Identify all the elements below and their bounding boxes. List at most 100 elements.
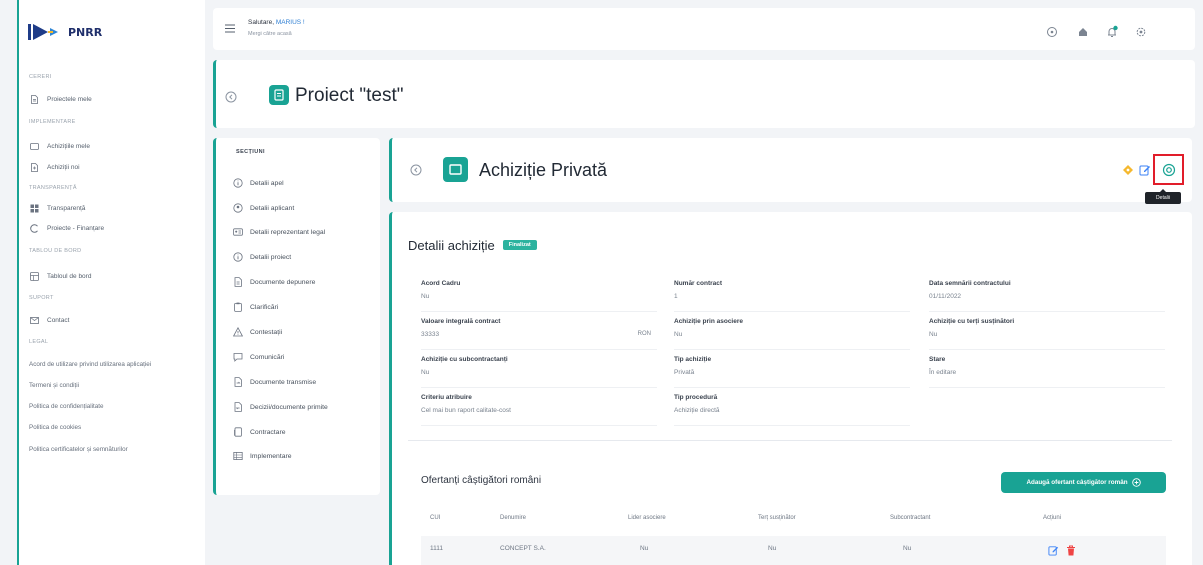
info-circle-icon	[233, 252, 243, 262]
section-detalii-apel[interactable]: Detalii apel	[233, 177, 284, 189]
sidebar: PNRR CERERI Proiectele mele IMPLEMENTARE…	[17, 0, 205, 565]
notification-bell-icon[interactable]	[1105, 25, 1119, 39]
section-label: Detalii proiect	[250, 253, 292, 261]
section-contestatii[interactable]: Contestații	[233, 326, 282, 338]
column-header-tert-sustinator: Terț susținător	[758, 515, 796, 521]
section-documente-depunere[interactable]: Documente depunere	[233, 276, 315, 288]
section-contractare[interactable]: Contractare	[233, 426, 286, 438]
edit-icon[interactable]	[1048, 545, 1059, 556]
sidebar-link-termeni[interactable]: Termeni și condiții	[29, 381, 79, 391]
sidebar-link-certificate[interactable]: Politica certificatelor și semnăturilor	[29, 445, 128, 455]
cell-tert-sustinator: Nu	[768, 545, 777, 552]
trash-icon[interactable]	[1066, 545, 1076, 556]
hamburger-icon[interactable]	[225, 24, 235, 33]
edit-icon[interactable]	[1139, 164, 1151, 176]
cell-denumire: CONCEPT S.A.	[500, 545, 546, 552]
currency-unit: RON	[637, 331, 651, 337]
user-greeting: Salutare, MARIUS !	[248, 19, 305, 26]
field-label: Tip achiziție	[674, 356, 712, 363]
column-header-actiuni: Acțiuni	[1043, 515, 1062, 521]
pending-diamond-icon[interactable]	[1122, 164, 1134, 176]
section-decizii-documente-primite[interactable]: Decizii/documente primite	[233, 401, 328, 413]
section-label: Documente depunere	[250, 278, 316, 286]
document-icon	[233, 277, 243, 287]
add-winner-button[interactable]: Adaugă ofertant câștigător român	[1001, 472, 1166, 493]
field-subcontractanti: Achiziție cu subcontractanți Nu	[421, 356, 657, 388]
section-label: Contractare	[250, 428, 286, 436]
sidebar-item-label: Achiziții noi	[47, 163, 80, 171]
plus-circle-icon	[1131, 478, 1141, 487]
column-header-subcontractant: Subcontractant	[890, 515, 931, 521]
chat-icon	[233, 352, 243, 362]
sidebar-item-label: Proiectele mele	[47, 95, 92, 103]
cell-cui: 1111	[430, 545, 444, 552]
field-label: Tip procedură	[674, 394, 718, 401]
field-tip-procedura: Tip procedură Achiziție directă	[674, 394, 910, 426]
section-documente-transmise[interactable]: Documente transmise	[233, 376, 316, 388]
field-value: Achiziție directă	[674, 407, 720, 414]
field-value: În editare	[929, 369, 957, 376]
column-header-cui: CUI	[430, 515, 441, 521]
sidebar-header-suport: SUPORT	[29, 295, 54, 301]
sections-header: SECȚIUNI	[236, 149, 265, 155]
grid-icon	[30, 204, 39, 213]
sidebar-item-proiecte-finantare[interactable]: Proiecte - Finanțare	[30, 223, 104, 233]
clipboard-icon	[233, 302, 243, 312]
section-detalii-proiect[interactable]: Detalii proiect	[233, 251, 291, 263]
sidebar-link-confidentialitate[interactable]: Politica de confidențialitate	[29, 402, 104, 412]
section-clarificari[interactable]: Clarificări	[233, 301, 278, 313]
contract-icon	[233, 427, 243, 437]
column-header-denumire: Denumire	[500, 515, 527, 521]
sidebar-item-label: Transparență	[47, 204, 86, 212]
back-icon[interactable]	[225, 91, 237, 103]
field-criteriu-atribuire: Criteriu atribuire Cel mai bun raport ca…	[421, 394, 657, 426]
user-name[interactable]: MARIUS !	[276, 19, 305, 26]
document-icon	[30, 94, 39, 104]
greeting-prefix: Salutare,	[248, 19, 275, 26]
section-label: Detalii aplicant	[250, 204, 295, 212]
sidebar-header-implementare: IMPLEMENTARE	[29, 119, 76, 125]
document-send-icon	[233, 377, 243, 387]
details-heading-row: Detalii achiziție Finalizat	[408, 236, 537, 254]
field-label: Stare	[929, 356, 946, 363]
section-implementare[interactable]: Implementare	[233, 450, 292, 462]
sidebar-item-achizitiile-mele[interactable]: Achizițiile mele	[30, 141, 90, 151]
dashboard-icon	[30, 271, 39, 281]
sidebar-item-transparenta[interactable]: Transparență	[30, 203, 85, 213]
sidebar-item-contact[interactable]: Contact	[30, 315, 69, 325]
settings-icon[interactable]	[1134, 25, 1148, 39]
user-circle-icon	[233, 203, 243, 213]
field-valoare-contract: Valoare integrală contract 33333 RON	[421, 318, 657, 350]
field-value: Cel mai bun raport calitate-cost	[421, 407, 511, 414]
help-icon[interactable]	[1045, 25, 1059, 39]
field-label: Achiziție prin asociere	[674, 318, 743, 325]
section-detalii-aplicant[interactable]: Detalii aplicant	[233, 202, 294, 214]
field-label: Data semnării contractului	[929, 280, 1011, 287]
field-label: Achiziție cu subcontractanți	[421, 356, 508, 363]
field-value: 1	[674, 293, 678, 300]
winners-heading: Ofertanți câștigători români	[421, 475, 542, 486]
table-row: 1111 CONCEPT S.A. Nu Nu Nu	[421, 536, 1166, 565]
section-label: Implementare	[250, 452, 292, 460]
settings-button-highlighted[interactable]	[1153, 154, 1184, 185]
box-icon	[30, 142, 39, 151]
sidebar-header-tablou-de-bord: TABLOU DE BORD	[29, 248, 82, 254]
sidebar-item-proiectele-mele[interactable]: Proiectele mele	[30, 94, 92, 104]
home-icon[interactable]	[1076, 25, 1090, 39]
sections-nav: SECȚIUNI Detalii apel Detalii aplicant D…	[213, 138, 380, 495]
sidebar-item-label: Contact	[47, 316, 70, 324]
sidebar-header-cereri: CERERI	[29, 74, 52, 80]
sidebar-item-tabloul-de-bord[interactable]: Tabloul de bord	[30, 271, 91, 281]
sidebar-item-achizitii-noi[interactable]: Achiziții noi	[30, 162, 80, 172]
field-value: 33333	[421, 331, 440, 338]
top-bar: Salutare, MARIUS ! Mergi către acasă	[213, 8, 1195, 50]
field-tip-achizitie: Tip achiziție Privată	[674, 356, 910, 388]
home-link[interactable]: Mergi către acasă	[248, 31, 292, 37]
app-logo[interactable]: PNRR	[28, 22, 102, 42]
sidebar-link-cookies[interactable]: Politica de cookies	[29, 423, 81, 433]
section-comunicari[interactable]: Comunicări	[233, 351, 284, 363]
section-detalii-reprezentant[interactable]: Detalii reprezentant legal	[233, 226, 325, 238]
back-icon[interactable]	[410, 164, 422, 176]
sidebar-link-acord-utilizare[interactable]: Acord de utilizare privind utilizarea ap…	[29, 360, 151, 370]
cell-lider-asociere: Nu	[640, 545, 649, 552]
